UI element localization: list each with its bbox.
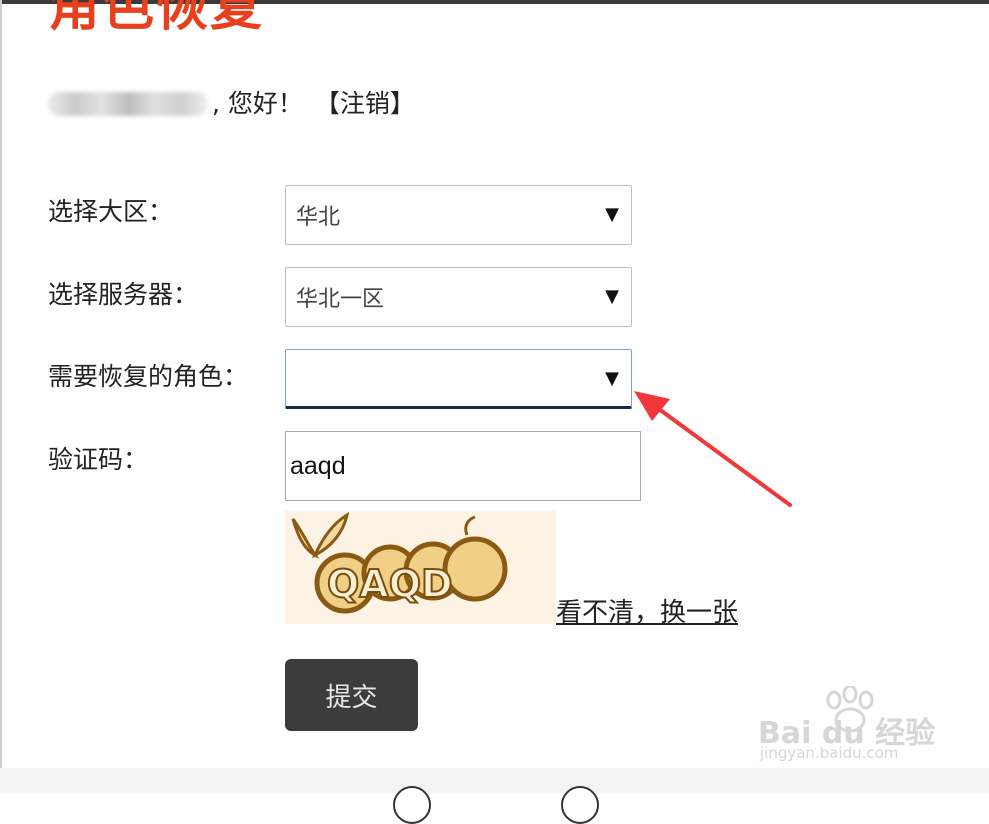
role-select[interactable]: ▼: [285, 349, 632, 409]
blurred-username: [48, 92, 208, 116]
region-select-value: 华北: [296, 205, 341, 230]
dropdown-caret-icon: ▼: [605, 286, 619, 307]
logout-link[interactable]: 【注销】: [315, 86, 415, 122]
page-title: 角色恢复: [48, 0, 265, 38]
server-select[interactable]: 华北一区 ▼: [285, 267, 632, 327]
red-arrow-annotation: [634, 391, 792, 507]
role-label: 需要恢复的角色：: [48, 362, 249, 391]
captcha-image: QAQD: [285, 511, 556, 624]
region-select[interactable]: 华北 ▼: [285, 185, 632, 245]
captcha-label: 验证码：: [48, 445, 149, 474]
refresh-captcha-link[interactable]: 看不清，换一张: [556, 596, 738, 630]
submit-button[interactable]: 提交: [285, 659, 418, 731]
watermark-url: jingyan.baidu.com: [760, 744, 899, 762]
server-select-value: 华北一区: [296, 287, 385, 312]
captcha-image-text: QAQD: [327, 562, 453, 606]
server-label: 选择服务器：: [48, 280, 199, 309]
dropdown-caret-icon: ▼: [605, 368, 619, 389]
captcha-input[interactable]: [285, 431, 641, 501]
bottom-strip: [0, 768, 989, 793]
greeting-text: , 您好！: [212, 89, 303, 118]
baidu-watermark: Bai du 经验 jingyan.baidu.com: [758, 686, 948, 764]
region-label: 选择大区：: [48, 197, 174, 226]
partial-circle-icon: [561, 786, 599, 824]
greeting-bar: , 您好！ 【注销】: [48, 86, 415, 122]
window-left-border: [0, 0, 2, 768]
partial-circle-icon: [393, 786, 431, 824]
dropdown-caret-icon: ▼: [605, 204, 619, 225]
